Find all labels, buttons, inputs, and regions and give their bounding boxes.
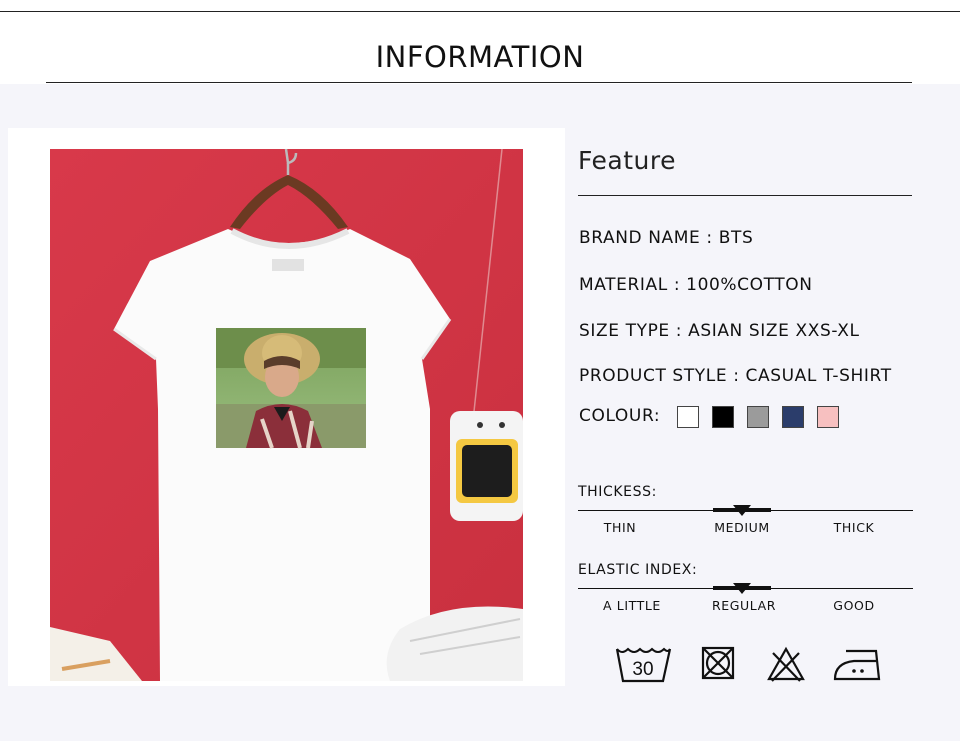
spec-label: MATERIAL : <box>579 275 687 295</box>
elastic-pointer-icon <box>733 583 751 594</box>
wash-temperature: 30 <box>632 659 653 680</box>
spec-label: BRAND NAME : <box>579 228 719 248</box>
colour-label: COLOUR: <box>579 406 661 426</box>
spec-label: SIZE TYPE : <box>579 321 689 341</box>
spec-material: MATERIAL : 100%COTTON <box>579 275 813 295</box>
thickness-option-medium: MEDIUM <box>714 520 770 535</box>
colour-swatch-white[interactable] <box>677 406 699 428</box>
wash-30-icon: 30 <box>614 645 672 689</box>
feature-title: Feature <box>578 146 676 175</box>
colour-swatch-grey[interactable] <box>747 406 769 428</box>
product-photo <box>50 149 523 681</box>
tshirt-photo-illustration <box>50 149 523 681</box>
colour-swatch-navy[interactable] <box>782 406 804 428</box>
thickness-pointer-icon <box>733 505 751 516</box>
spec-value: BTS <box>718 228 754 248</box>
spec-brand-name: BRAND NAME : BTS <box>579 228 753 248</box>
spec-value: 100%COTTON <box>686 275 813 295</box>
spec-value: CASUAL T-SHIRT <box>745 366 892 386</box>
page-title: INFORMATION <box>375 40 585 74</box>
spec-value: ASIAN SIZE XXS-XL <box>688 321 860 341</box>
elastic-option-a-little: A LITTLE <box>603 598 661 613</box>
elastic-option-good: GOOD <box>833 598 875 613</box>
top-divider <box>0 11 960 12</box>
title-divider <box>46 82 912 83</box>
elastic-title: ELASTIC INDEX: <box>578 562 698 578</box>
spec-product-style: PRODUCT STYLE : CASUAL T-SHIRT <box>579 366 892 386</box>
thickness-title: THICKESS: <box>578 484 657 500</box>
no-bleach-icon <box>766 645 806 687</box>
thickness-option-thick: THICK <box>833 520 875 535</box>
spec-size-type: SIZE TYPE : ASIAN SIZE XXS-XL <box>579 321 860 341</box>
iron-low-icon <box>832 645 884 687</box>
spec-label: PRODUCT STYLE : <box>579 366 746 386</box>
elastic-option-regular: REGULAR <box>711 598 777 613</box>
thickness-option-thin: THIN <box>603 520 637 535</box>
colour-swatch-black[interactable] <box>712 406 734 428</box>
colour-swatch-pink[interactable] <box>817 406 839 428</box>
no-tumble-dry-icon <box>701 645 735 685</box>
feature-divider <box>578 195 912 196</box>
